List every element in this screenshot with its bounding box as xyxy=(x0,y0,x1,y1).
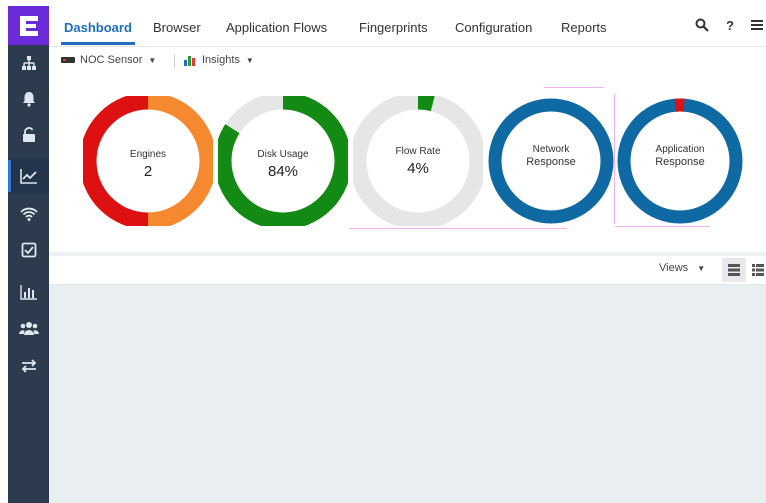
swap-arrows-icon xyxy=(21,359,36,373)
menu-icon[interactable] xyxy=(750,18,764,35)
guide-line xyxy=(349,228,567,229)
gauge-label: Network xyxy=(532,144,570,155)
gauge-panel: Engines 2 Disk Usage 84% Flow Rate 4% Ne… xyxy=(49,74,766,250)
gauge-value: 2 xyxy=(143,163,153,180)
sidebar-item-reports[interactable] xyxy=(8,274,49,310)
gauge-label-line2: Response xyxy=(655,156,705,168)
list-view-button[interactable] xyxy=(746,258,766,282)
tab-configuration[interactable]: Configuration xyxy=(455,20,532,35)
sensor-name: NOC Sensor xyxy=(80,54,143,66)
guide-line xyxy=(614,94,615,224)
bell-icon xyxy=(22,92,35,107)
views-dropdown[interactable]: Views ▼ xyxy=(659,262,705,274)
chevron-down-icon: ▼ xyxy=(148,55,157,65)
search-icon[interactable] xyxy=(695,18,709,35)
line-chart-icon xyxy=(19,169,37,184)
guide-line xyxy=(544,87,604,88)
guide-line xyxy=(615,226,710,227)
sidebar-item-security[interactable] xyxy=(8,117,49,153)
checkbox-icon xyxy=(21,242,36,258)
views-bar: Views ▼ xyxy=(49,256,766,285)
gauge-label: Engines xyxy=(129,149,167,160)
left-sidebar xyxy=(8,6,49,503)
sidebar-item-wireless[interactable] xyxy=(8,196,49,232)
sidebar-item-analytics[interactable] xyxy=(8,158,49,194)
sidebar-item-network[interactable] xyxy=(8,45,49,81)
chevron-down-icon: ▼ xyxy=(697,264,706,273)
tab-application-flows[interactable]: Application Flows xyxy=(226,20,327,35)
app-window: Dashboard Browser Application Flows Fing… xyxy=(0,0,766,503)
gauge-label-line2: Response xyxy=(526,156,576,168)
dashboard-content-area xyxy=(49,285,766,503)
help-icon[interactable]: ? xyxy=(726,18,734,33)
sensor-dropdown[interactable]: NOC Sensor ▼ xyxy=(61,54,156,66)
brand-e-logo[interactable] xyxy=(8,6,49,45)
network-response-gauge[interactable]: Network Response xyxy=(486,96,616,226)
main-tab-bar: Dashboard Browser Application Flows Fing… xyxy=(49,6,766,47)
sidebar-item-users[interactable] xyxy=(8,310,49,346)
tile-view-icon xyxy=(728,264,740,276)
sidebar-item-alarms[interactable] xyxy=(8,81,49,117)
flow-rate-gauge[interactable]: Flow Rate 4% xyxy=(353,96,483,226)
lock-icon xyxy=(22,127,35,142)
disk-usage-gauge[interactable]: Disk Usage 84% xyxy=(218,96,348,226)
gauge-value: 4% xyxy=(407,160,429,177)
network-topology-icon xyxy=(21,56,36,70)
sensor-device-icon xyxy=(61,57,75,63)
tab-browser[interactable]: Browser xyxy=(153,20,201,35)
tab-reports[interactable]: Reports xyxy=(561,20,607,35)
insights-label: Insights xyxy=(202,54,240,66)
sidebar-item-flows[interactable] xyxy=(8,348,49,384)
application-response-gauge[interactable]: Application Response xyxy=(615,96,745,226)
gauge-label: Application xyxy=(655,144,705,155)
dashboard-toolbar: NOC Sensor ▼ Insights ▼ xyxy=(49,48,766,74)
bar-chart-icon xyxy=(19,285,37,300)
insights-chart-icon xyxy=(184,56,195,66)
gauge-label: Disk Usage xyxy=(257,149,309,160)
insights-dropdown[interactable]: Insights ▼ xyxy=(184,54,254,66)
gauge-value: 84% xyxy=(267,163,299,180)
engines-gauge[interactable]: Engines 2 xyxy=(83,96,213,226)
sidebar-item-tasks[interactable] xyxy=(8,232,49,268)
tile-view-button[interactable] xyxy=(722,258,746,282)
wifi-icon xyxy=(19,207,38,221)
tab-dashboard[interactable]: Dashboard xyxy=(61,20,135,45)
list-view-icon xyxy=(752,264,764,276)
users-icon xyxy=(18,322,39,335)
views-label: Views xyxy=(659,262,689,274)
chevron-down-icon: ▼ xyxy=(245,55,254,65)
tab-fingerprints[interactable]: Fingerprints xyxy=(359,20,428,35)
gauge-label: Flow Rate xyxy=(395,146,441,157)
toolbar-divider xyxy=(174,54,175,68)
